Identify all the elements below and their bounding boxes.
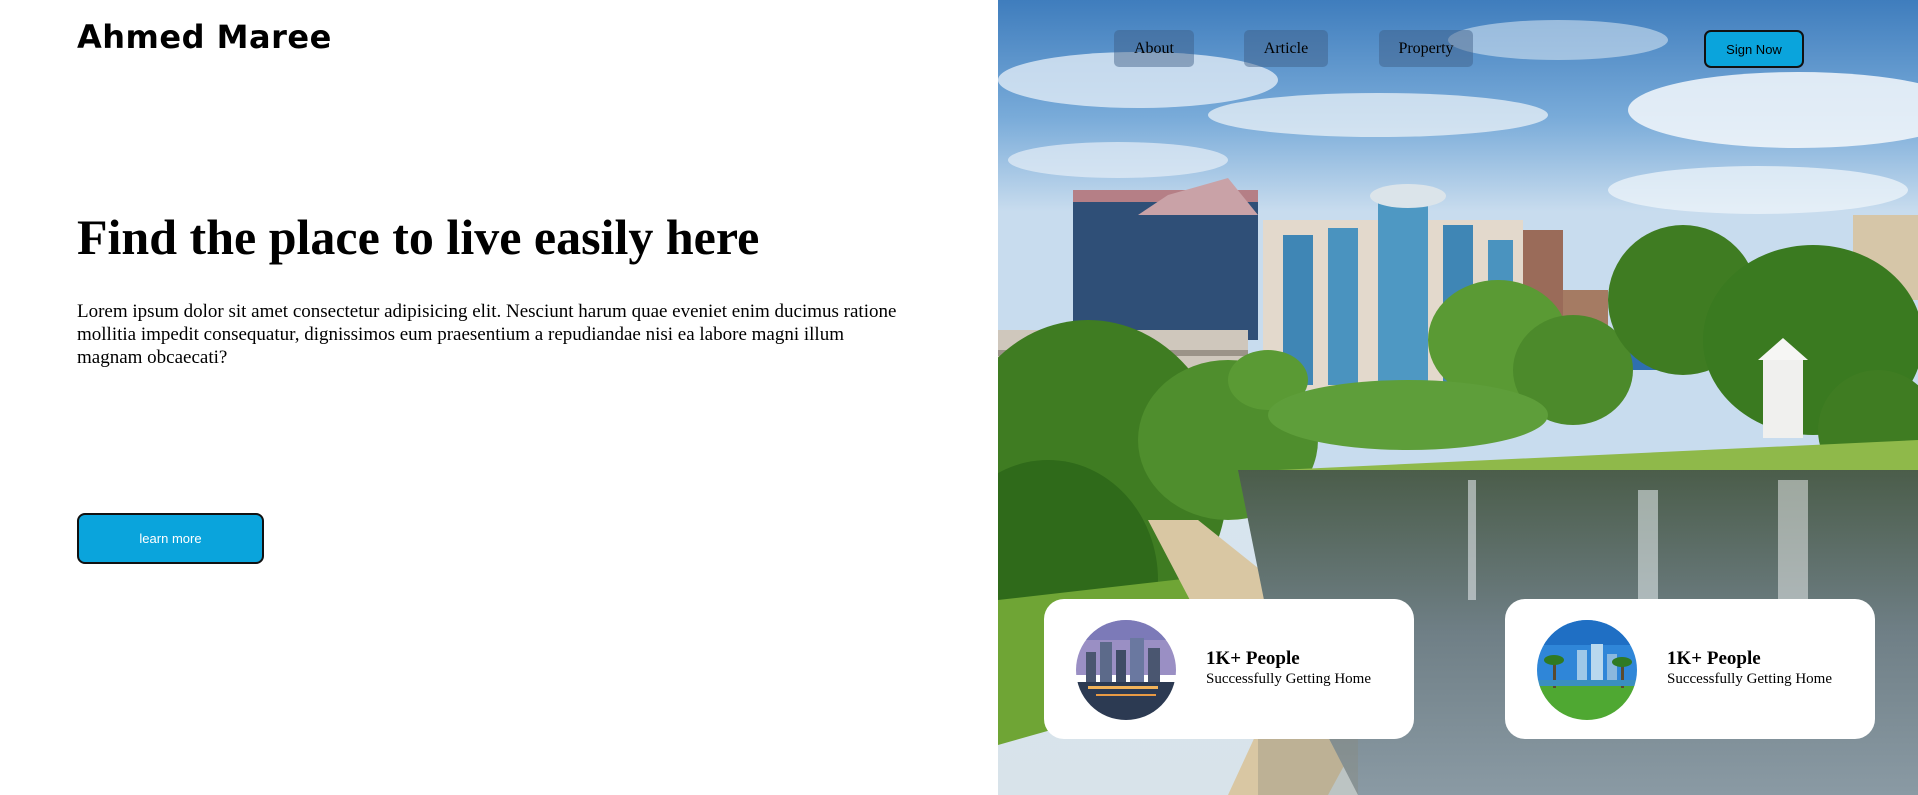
stat-caption: Successfully Getting Home <box>1667 671 1832 687</box>
hero-description: Lorem ipsum dolor sit amet consectetur a… <box>77 301 897 368</box>
city-dusk-thumbnail <box>1076 620 1176 720</box>
intro-panel: Ahmed Maree Find the place to live easil… <box>0 0 998 795</box>
sign-now-button[interactable]: Sign Now <box>1704 30 1804 68</box>
learn-more-button[interactable]: learn more <box>77 513 264 564</box>
city-dusk-image <box>1076 620 1176 720</box>
nav-article-link[interactable]: Article <box>1244 30 1328 67</box>
stat-caption: Successfully Getting Home <box>1206 671 1371 687</box>
hero-image-panel: About Article Property Sign Now 1K+ Peop… <box>998 0 1918 795</box>
stat-number: 1K+ People <box>1206 648 1300 669</box>
nav-about-link[interactable]: About <box>1114 30 1194 67</box>
stat-card: 1K+ People Successfully Getting Home <box>1505 599 1875 739</box>
stat-card: 1K+ People Successfully Getting Home <box>1044 599 1414 739</box>
palm-skyline-thumbnail <box>1537 620 1637 720</box>
stat-number: 1K+ People <box>1667 648 1761 669</box>
brand-logo: Ahmed Maree <box>77 18 332 56</box>
nav-property-link[interactable]: Property <box>1379 30 1473 67</box>
palm-skyline-image <box>1537 620 1637 720</box>
hero-headline: Find the place to live easily here <box>77 209 760 265</box>
